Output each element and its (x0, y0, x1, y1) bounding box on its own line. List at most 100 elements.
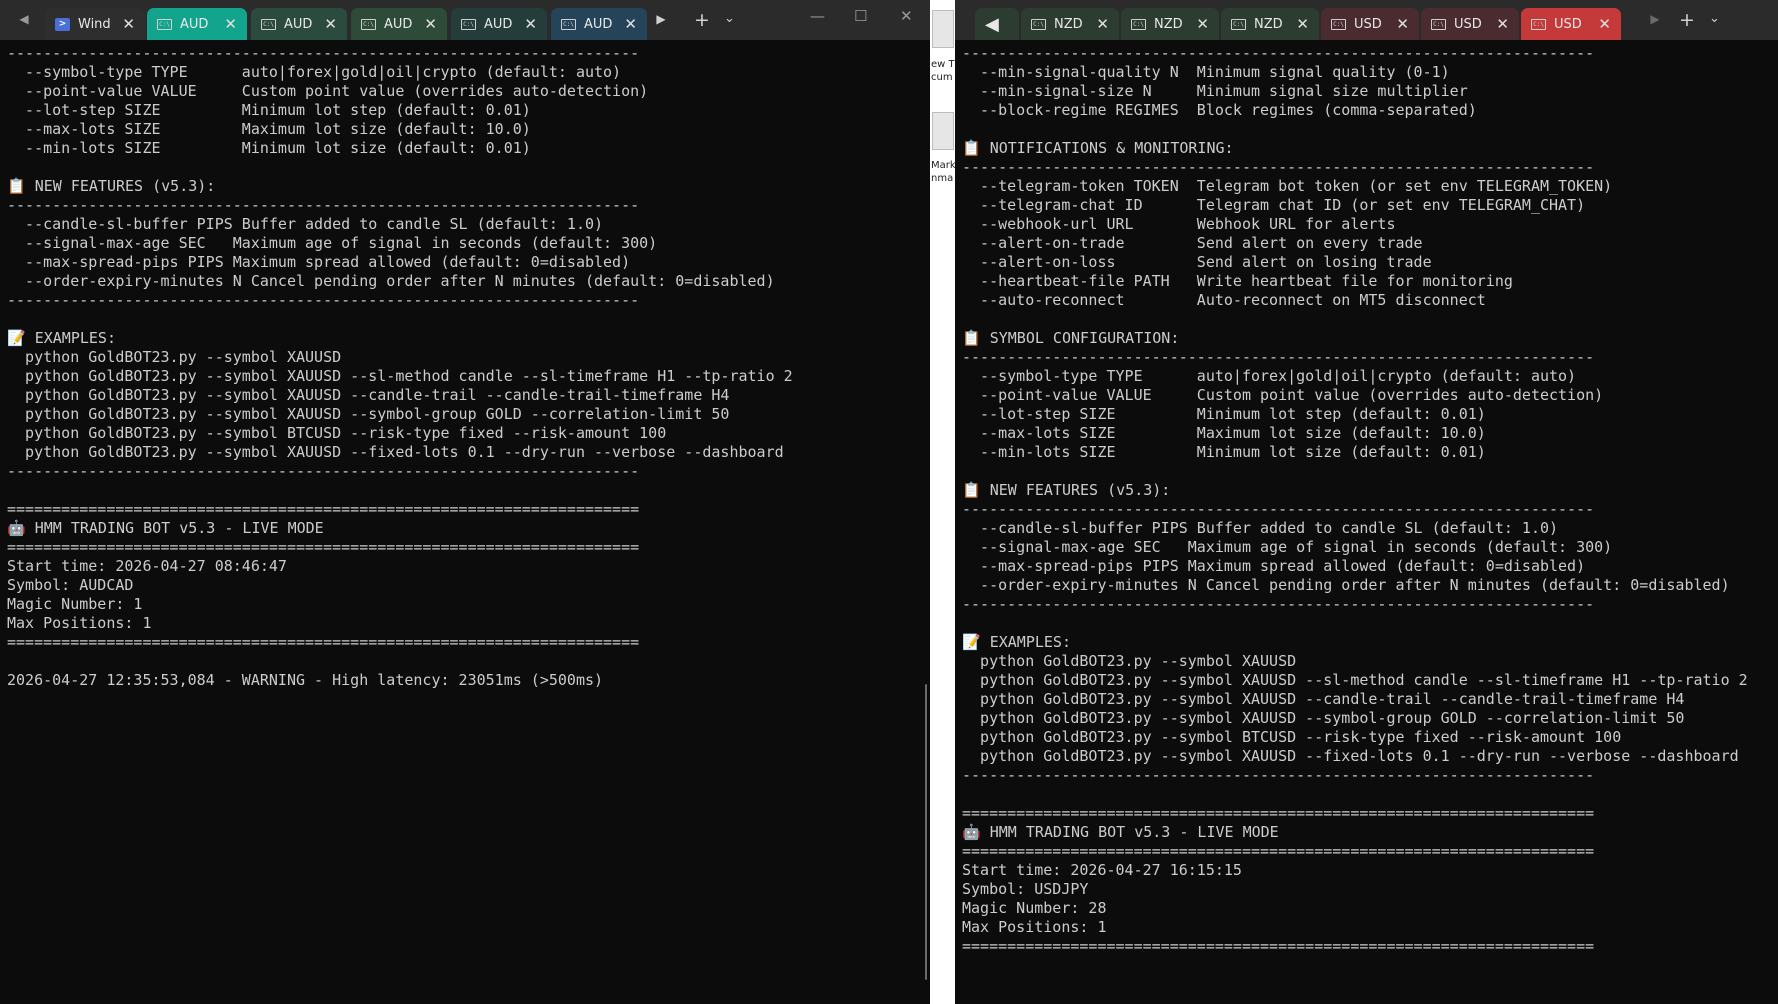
close-tab-icon[interactable]: ✕ (1196, 15, 1209, 33)
desktop-background: ew T cum Marko nma (930, 0, 955, 1004)
terminal-line: 🤖 HMM TRADING BOT v5.3 - LIVE MODE (962, 823, 1279, 841)
close-tab-icon[interactable]: ✕ (524, 15, 537, 33)
terminal-line: ----------------------------------------… (962, 348, 1595, 366)
close-window-button[interactable]: ✕ (900, 7, 913, 25)
terminal-line: --point-value VALUE Custom point value (… (962, 386, 1604, 404)
minimize-button[interactable]: — (810, 7, 825, 25)
terminal-output[interactable]: ----------------------------------------… (0, 44, 930, 1004)
terminal-line: --signal-max-age SEC Maximum age of sign… (7, 234, 658, 252)
tab-truncated-0[interactable]: ◀ (975, 8, 1019, 40)
tab-usd-5[interactable]: C:\ USD ✕ (1421, 8, 1519, 40)
close-tab-icon[interactable]: ✕ (624, 15, 637, 33)
terminal-line: python GoldBOT23.py --symbol XAUUSD --fi… (962, 747, 1739, 765)
tab-aud-3[interactable]: C:\ AUD ✕ (351, 8, 447, 40)
terminal-line: --lot-step SIZE Minimum lot step (defaul… (962, 405, 1486, 423)
desktop-file-icon[interactable] (932, 112, 954, 150)
scrollbar-thumb[interactable] (925, 684, 927, 980)
terminal-line: ----------------------------------------… (962, 500, 1595, 518)
terminal-icon: C:\ (1331, 18, 1346, 30)
terminal-window-right: ◀ C:\ NZD ✕ C:\ NZD ✕ C:\ NZD ✕ C:\ USD ✕ C:\ USD ✕ C:\ U… (955, 0, 1778, 1004)
terminal-icon: C:\ (1131, 18, 1146, 30)
terminal-line: --telegram-chat ID Telegram chat ID (or … (962, 196, 1586, 214)
terminal-output[interactable]: ----------------------------------------… (955, 44, 1778, 1004)
tab-aud-4[interactable]: C:\ AUD ✕ (451, 8, 547, 40)
tab-usd-6[interactable]: C:\ USD ✕ (1521, 8, 1621, 40)
scroll-tabs-right-button[interactable]: ▶ (1645, 12, 1665, 26)
close-tab-icon[interactable]: ✕ (424, 15, 437, 33)
terminal-line: ========================================… (7, 500, 640, 518)
terminal-icon: C:\ (1231, 18, 1246, 30)
tab-wind-0[interactable]: > Wind ✕ (45, 8, 145, 40)
terminal-line: python GoldBOT23.py --symbol XAUUSD --ca… (7, 386, 730, 404)
tab-usd-4[interactable]: C:\ USD ✕ (1321, 8, 1419, 40)
terminal-line: Magic Number: 28 (962, 899, 1107, 917)
desktop-file-icon[interactable] (932, 10, 954, 48)
terminal-line: --auto-reconnect Auto-reconnect on MT5 d… (962, 291, 1486, 309)
terminal-line: --min-signal-quality N Minimum signal qu… (962, 63, 1450, 81)
terminal-line: python GoldBOT23.py --symbol XAUUSD (7, 348, 342, 366)
scroll-tabs-left-button[interactable]: ◀ (985, 14, 999, 35)
terminal-line: python GoldBOT23.py --symbol XAUUSD --sy… (7, 405, 730, 423)
terminal-line: --signal-max-age SEC Maximum age of sign… (962, 538, 1613, 556)
terminal-line: --telegram-token TOKEN Telegram bot toke… (962, 177, 1613, 195)
terminal-line: --lot-step SIZE Minimum lot step (defaul… (7, 101, 531, 119)
tab-aud-5[interactable]: C:\ AUD ✕ (551, 8, 647, 40)
tab-aud-1[interactable]: C:\ AUD ✕ (147, 8, 247, 40)
tab-label: AUD (484, 16, 513, 32)
close-tab-icon[interactable]: ✕ (1496, 15, 1509, 33)
terminal-line: Start time: 2026-04-27 16:15:15 (962, 861, 1242, 879)
scroll-tabs-right-button[interactable]: ▶ (651, 12, 671, 26)
terminal-line: python GoldBOT23.py --symbol XAUUSD --sy… (962, 709, 1685, 727)
terminal-line: ----------------------------------------… (962, 44, 1595, 62)
terminal-line: python GoldBOT23.py --symbol XAUUSD --sl… (7, 367, 793, 385)
desktop-file-label: cum (931, 72, 953, 83)
new-tab-button[interactable]: + (694, 9, 710, 31)
maximize-button[interactable]: ☐ (854, 7, 867, 25)
terminal-line: 📋 NOTIFICATIONS & MONITORING: (962, 139, 1234, 157)
terminal-line: Max Positions: 1 (962, 918, 1107, 936)
tab-label: AUD (384, 16, 413, 32)
close-tab-icon[interactable]: ✕ (224, 15, 237, 33)
tab-nzd-2[interactable]: C:\ NZD ✕ (1121, 8, 1219, 40)
terminal-line: --min-signal-size N Minimum signal size … (962, 82, 1468, 100)
close-tab-icon[interactable]: ✕ (1096, 15, 1109, 33)
tab-nzd-3[interactable]: C:\ NZD ✕ (1221, 8, 1319, 40)
terminal-line: 📋 SYMBOL CONFIGURATION: (962, 329, 1180, 347)
close-tab-icon[interactable]: ✕ (1396, 15, 1409, 33)
terminal-line: --order-expiry-minutes N Cancel pending … (7, 272, 775, 290)
tab-label: Wind (78, 16, 111, 32)
tab-label: AUD (284, 16, 313, 32)
tab-dropdown-button[interactable]: ⌄ (724, 11, 735, 26)
scroll-tabs-left-button[interactable]: ◀ (14, 12, 34, 26)
terminal-line: ========================================… (962, 842, 1595, 860)
terminal-line: --max-lots SIZE Maximum lot size (defaul… (7, 120, 531, 138)
tab-nzd-1[interactable]: C:\ NZD ✕ (1021, 8, 1119, 40)
close-tab-icon[interactable]: ✕ (1598, 15, 1611, 33)
terminal-line: python GoldBOT23.py --symbol BTCUSD --ri… (7, 424, 667, 442)
terminal-line: --max-lots SIZE Maximum lot size (defaul… (962, 424, 1486, 442)
close-tab-icon[interactable]: ✕ (1296, 15, 1309, 33)
terminal-icon: C:\ (1031, 18, 1046, 30)
terminal-line: 📋 NEW FEATURES (v5.3): (7, 177, 216, 195)
tab-label: NZD (1054, 16, 1083, 32)
terminal-line: 📝 EXAMPLES: (962, 633, 1071, 651)
terminal-line: --candle-sl-buffer PIPS Buffer added to … (962, 519, 1559, 537)
tab-dropdown-button[interactable]: ⌄ (1709, 11, 1720, 26)
terminal-line: python GoldBOT23.py --symbol XAUUSD --sl… (962, 671, 1748, 689)
desktop-file-label: ew T (931, 59, 955, 70)
terminal-line: Start time: 2026-04-27 08:46:47 (7, 557, 287, 575)
close-tab-icon[interactable]: ✕ (324, 15, 337, 33)
new-tab-button[interactable]: + (1679, 9, 1695, 31)
close-tab-icon[interactable]: ✕ (122, 15, 135, 33)
terminal-line: ========================================… (7, 538, 640, 556)
terminal-line: ----------------------------------------… (962, 766, 1595, 784)
tab-aud-2[interactable]: C:\ AUD ✕ (251, 8, 347, 40)
terminal-line: Symbol: USDJPY (962, 880, 1089, 898)
tab-label: NZD (1154, 16, 1183, 32)
terminal-line: python GoldBOT23.py --symbol XAUUSD (962, 652, 1297, 670)
